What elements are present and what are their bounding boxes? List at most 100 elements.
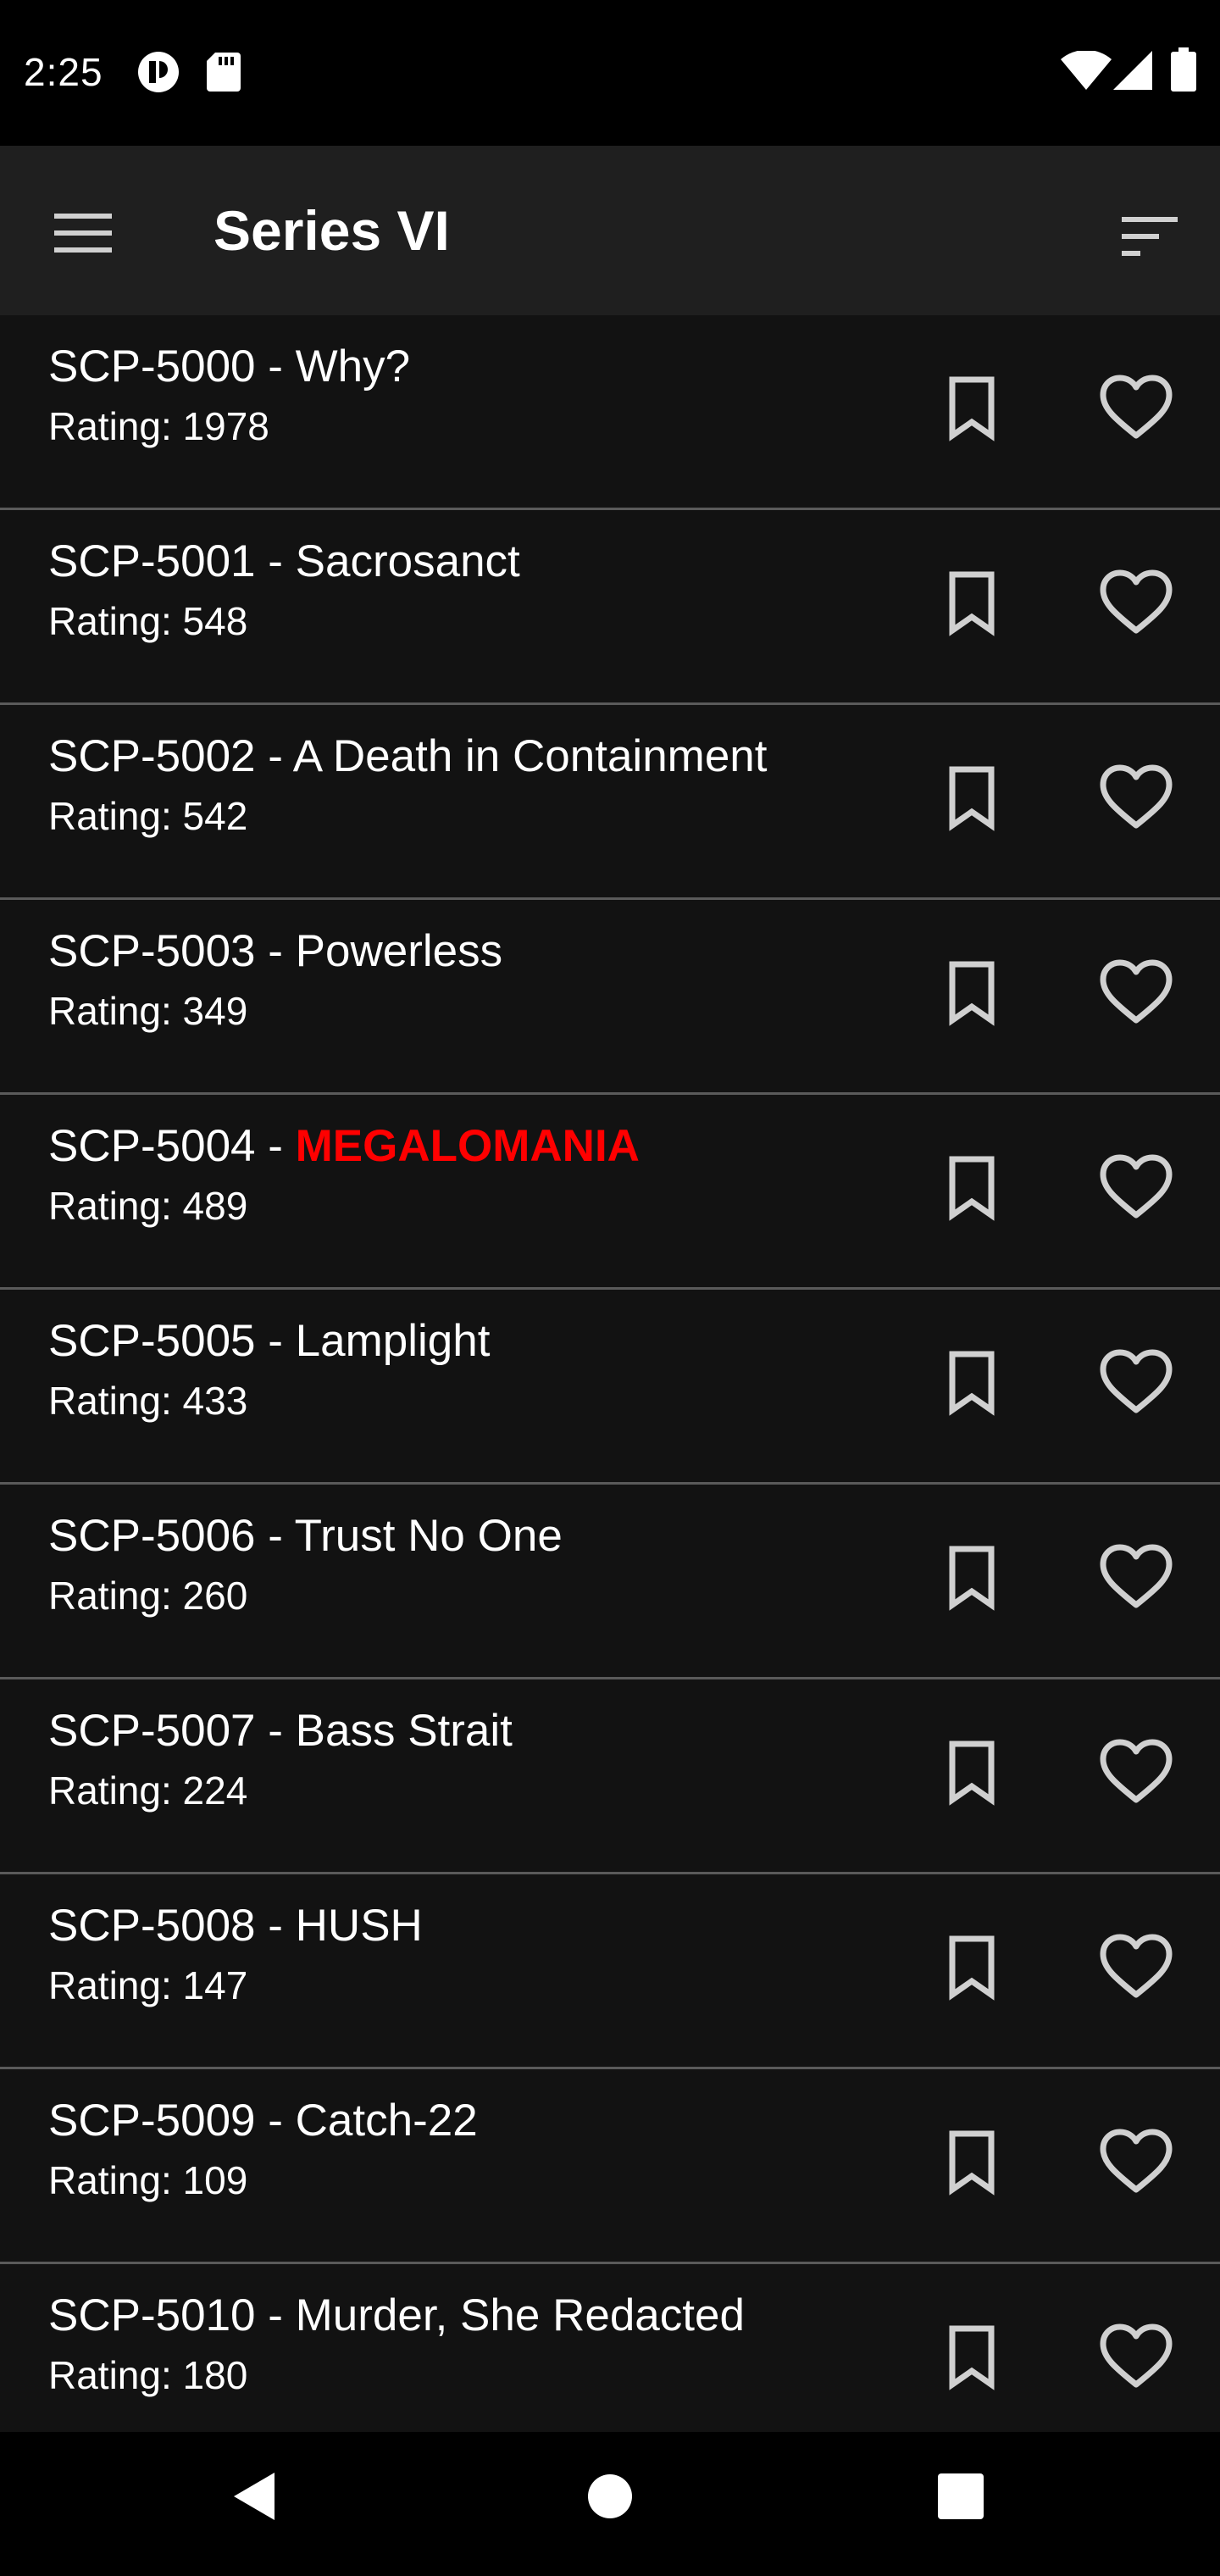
item-title: SCP-5000 - Why? bbox=[48, 341, 410, 392]
bookmark-button[interactable] bbox=[939, 958, 1005, 1027]
recents-square-icon bbox=[927, 2473, 995, 2534]
item-number: SCP-5000 - bbox=[48, 341, 296, 391]
bookmark-outline-icon bbox=[939, 2325, 1005, 2395]
item-number: SCP-5005 - bbox=[48, 1316, 296, 1366]
bookmark-outline-icon bbox=[939, 571, 1005, 641]
bookmark-button[interactable] bbox=[939, 1737, 1005, 1807]
heart-outline-icon bbox=[1098, 764, 1174, 836]
item-number: SCP-5010 - bbox=[48, 2290, 296, 2340]
bookmark-outline-icon bbox=[939, 766, 1005, 836]
wifi-icon bbox=[1061, 49, 1112, 94]
bookmark-outline-icon bbox=[939, 1935, 1005, 2005]
item-rating: Rating: 489 bbox=[48, 1184, 248, 1228]
item-name: MEGALOMANIA bbox=[295, 1121, 640, 1171]
scp-list: SCP-5000 - Why? Rating: 1978 SCP-5001 - … bbox=[0, 315, 1220, 2434]
menu-button[interactable] bbox=[42, 190, 124, 271]
page-title: Series VI bbox=[214, 199, 450, 262]
list-item-5[interactable]: SCP-5005 - Lamplight Rating: 433 bbox=[0, 1290, 1220, 1485]
bookmark-button[interactable] bbox=[939, 1542, 1005, 1612]
home-button[interactable] bbox=[576, 2462, 644, 2530]
heart-outline-icon bbox=[1098, 959, 1174, 1030]
favorite-button[interactable] bbox=[1098, 2127, 1174, 2196]
list-item-9[interactable]: SCP-5009 - Catch-22 Rating: 109 bbox=[0, 2069, 1220, 2264]
item-title: SCP-5006 - Trust No One bbox=[48, 1510, 563, 1562]
recents-button[interactable] bbox=[927, 2462, 995, 2530]
sort-icon bbox=[1122, 217, 1178, 260]
bookmark-outline-icon bbox=[939, 1351, 1005, 1420]
item-rating: Rating: 224 bbox=[48, 1768, 248, 1813]
item-rating: Rating: 180 bbox=[48, 2353, 248, 2397]
sort-button[interactable] bbox=[1106, 193, 1188, 275]
favorite-button[interactable] bbox=[1098, 1347, 1174, 1417]
system-nav-bar bbox=[0, 2432, 1220, 2576]
item-title: SCP-5003 - Powerless bbox=[48, 925, 502, 977]
home-circle-icon bbox=[576, 2474, 644, 2534]
item-name: A Death in Containment bbox=[292, 731, 768, 781]
item-rating: Rating: 349 bbox=[48, 989, 248, 1033]
list-item-6[interactable]: SCP-5006 - Trust No One Rating: 260 bbox=[0, 1485, 1220, 1679]
bookmark-button[interactable] bbox=[939, 2322, 1005, 2391]
item-rating: Rating: 147 bbox=[48, 1963, 248, 2007]
item-name: Murder, She Redacted bbox=[295, 2290, 745, 2340]
signal-icon bbox=[1113, 51, 1152, 94]
item-number: SCP-5001 - bbox=[48, 536, 296, 586]
item-rating: Rating: 260 bbox=[48, 1574, 248, 1618]
bookmark-button[interactable] bbox=[939, 373, 1005, 442]
list-item-4[interactable]: SCP-5004 - MEGALOMANIA Rating: 489 bbox=[0, 1095, 1220, 1290]
bookmark-button[interactable] bbox=[939, 568, 1005, 637]
bookmark-button[interactable] bbox=[939, 1932, 1005, 2001]
favorite-button[interactable] bbox=[1098, 763, 1174, 832]
favorite-button[interactable] bbox=[1098, 568, 1174, 637]
favorite-button[interactable] bbox=[1098, 1542, 1174, 1612]
favorite-button[interactable] bbox=[1098, 958, 1174, 1027]
favorite-button[interactable] bbox=[1098, 1932, 1174, 2001]
bookmark-outline-icon bbox=[939, 1546, 1005, 1615]
bookmark-outline-icon bbox=[939, 376, 1005, 446]
bookmark-outline-icon bbox=[939, 1156, 1005, 1225]
bookmark-button[interactable] bbox=[939, 1347, 1005, 1417]
heart-outline-icon bbox=[1098, 375, 1174, 446]
bookmark-outline-icon bbox=[939, 2130, 1005, 2200]
item-title: SCP-5007 - Bass Strait bbox=[48, 1705, 513, 1757]
status-time: 2:25 bbox=[24, 50, 103, 94]
item-title: SCP-5002 - A Death in Containment bbox=[48, 730, 768, 782]
item-rating: Rating: 1978 bbox=[48, 404, 269, 448]
list-item-3[interactable]: SCP-5003 - Powerless Rating: 349 bbox=[0, 900, 1220, 1095]
back-triangle-icon bbox=[222, 2473, 290, 2534]
item-name: Bass Strait bbox=[295, 1706, 513, 1756]
list-item-8[interactable]: SCP-5008 - HUSH Rating: 147 bbox=[0, 1874, 1220, 2069]
list-item-10[interactable]: SCP-5010 - Murder, She Redacted Rating: … bbox=[0, 2264, 1220, 2434]
heart-outline-icon bbox=[1098, 1154, 1174, 1225]
favorite-button[interactable] bbox=[1098, 1737, 1174, 1807]
back-button[interactable] bbox=[222, 2462, 290, 2530]
media-icon bbox=[137, 51, 180, 97]
item-name: Why? bbox=[295, 341, 411, 391]
favorite-button[interactable] bbox=[1098, 1152, 1174, 1222]
heart-outline-icon bbox=[1098, 2323, 1174, 2395]
heart-outline-icon bbox=[1098, 1544, 1174, 1615]
bookmark-button[interactable] bbox=[939, 763, 1005, 832]
heart-outline-icon bbox=[1098, 2129, 1174, 2200]
item-name: Lamplight bbox=[295, 1316, 491, 1366]
list-item-1[interactable]: SCP-5001 - Sacrosanct Rating: 548 bbox=[0, 510, 1220, 705]
list-item-0[interactable]: SCP-5000 - Why? Rating: 1978 bbox=[0, 315, 1220, 510]
item-name: Sacrosanct bbox=[295, 536, 520, 586]
item-number: SCP-5006 - bbox=[48, 1511, 295, 1561]
item-name: HUSH bbox=[295, 1901, 423, 1951]
list-item-7[interactable]: SCP-5007 - Bass Strait Rating: 224 bbox=[0, 1679, 1220, 1874]
heart-outline-icon bbox=[1098, 569, 1174, 641]
bookmark-button[interactable] bbox=[939, 2127, 1005, 2196]
favorite-button[interactable] bbox=[1098, 373, 1174, 442]
item-number: SCP-5007 - bbox=[48, 1706, 296, 1756]
list-item-2[interactable]: SCP-5002 - A Death in Containment Rating… bbox=[0, 705, 1220, 900]
status-bar: 2:25 bbox=[0, 0, 1220, 146]
app-bar: Series VI bbox=[0, 146, 1220, 315]
favorite-button[interactable] bbox=[1098, 2322, 1174, 2391]
battery-icon bbox=[1171, 47, 1196, 96]
heart-outline-icon bbox=[1098, 1739, 1174, 1810]
item-number: SCP-5004 - bbox=[48, 1121, 296, 1171]
bookmark-button[interactable] bbox=[939, 1152, 1005, 1222]
item-title: SCP-5004 - MEGALOMANIA bbox=[48, 1120, 640, 1172]
item-name: Catch-22 bbox=[295, 2096, 478, 2146]
item-number: SCP-5002 - bbox=[48, 731, 293, 781]
